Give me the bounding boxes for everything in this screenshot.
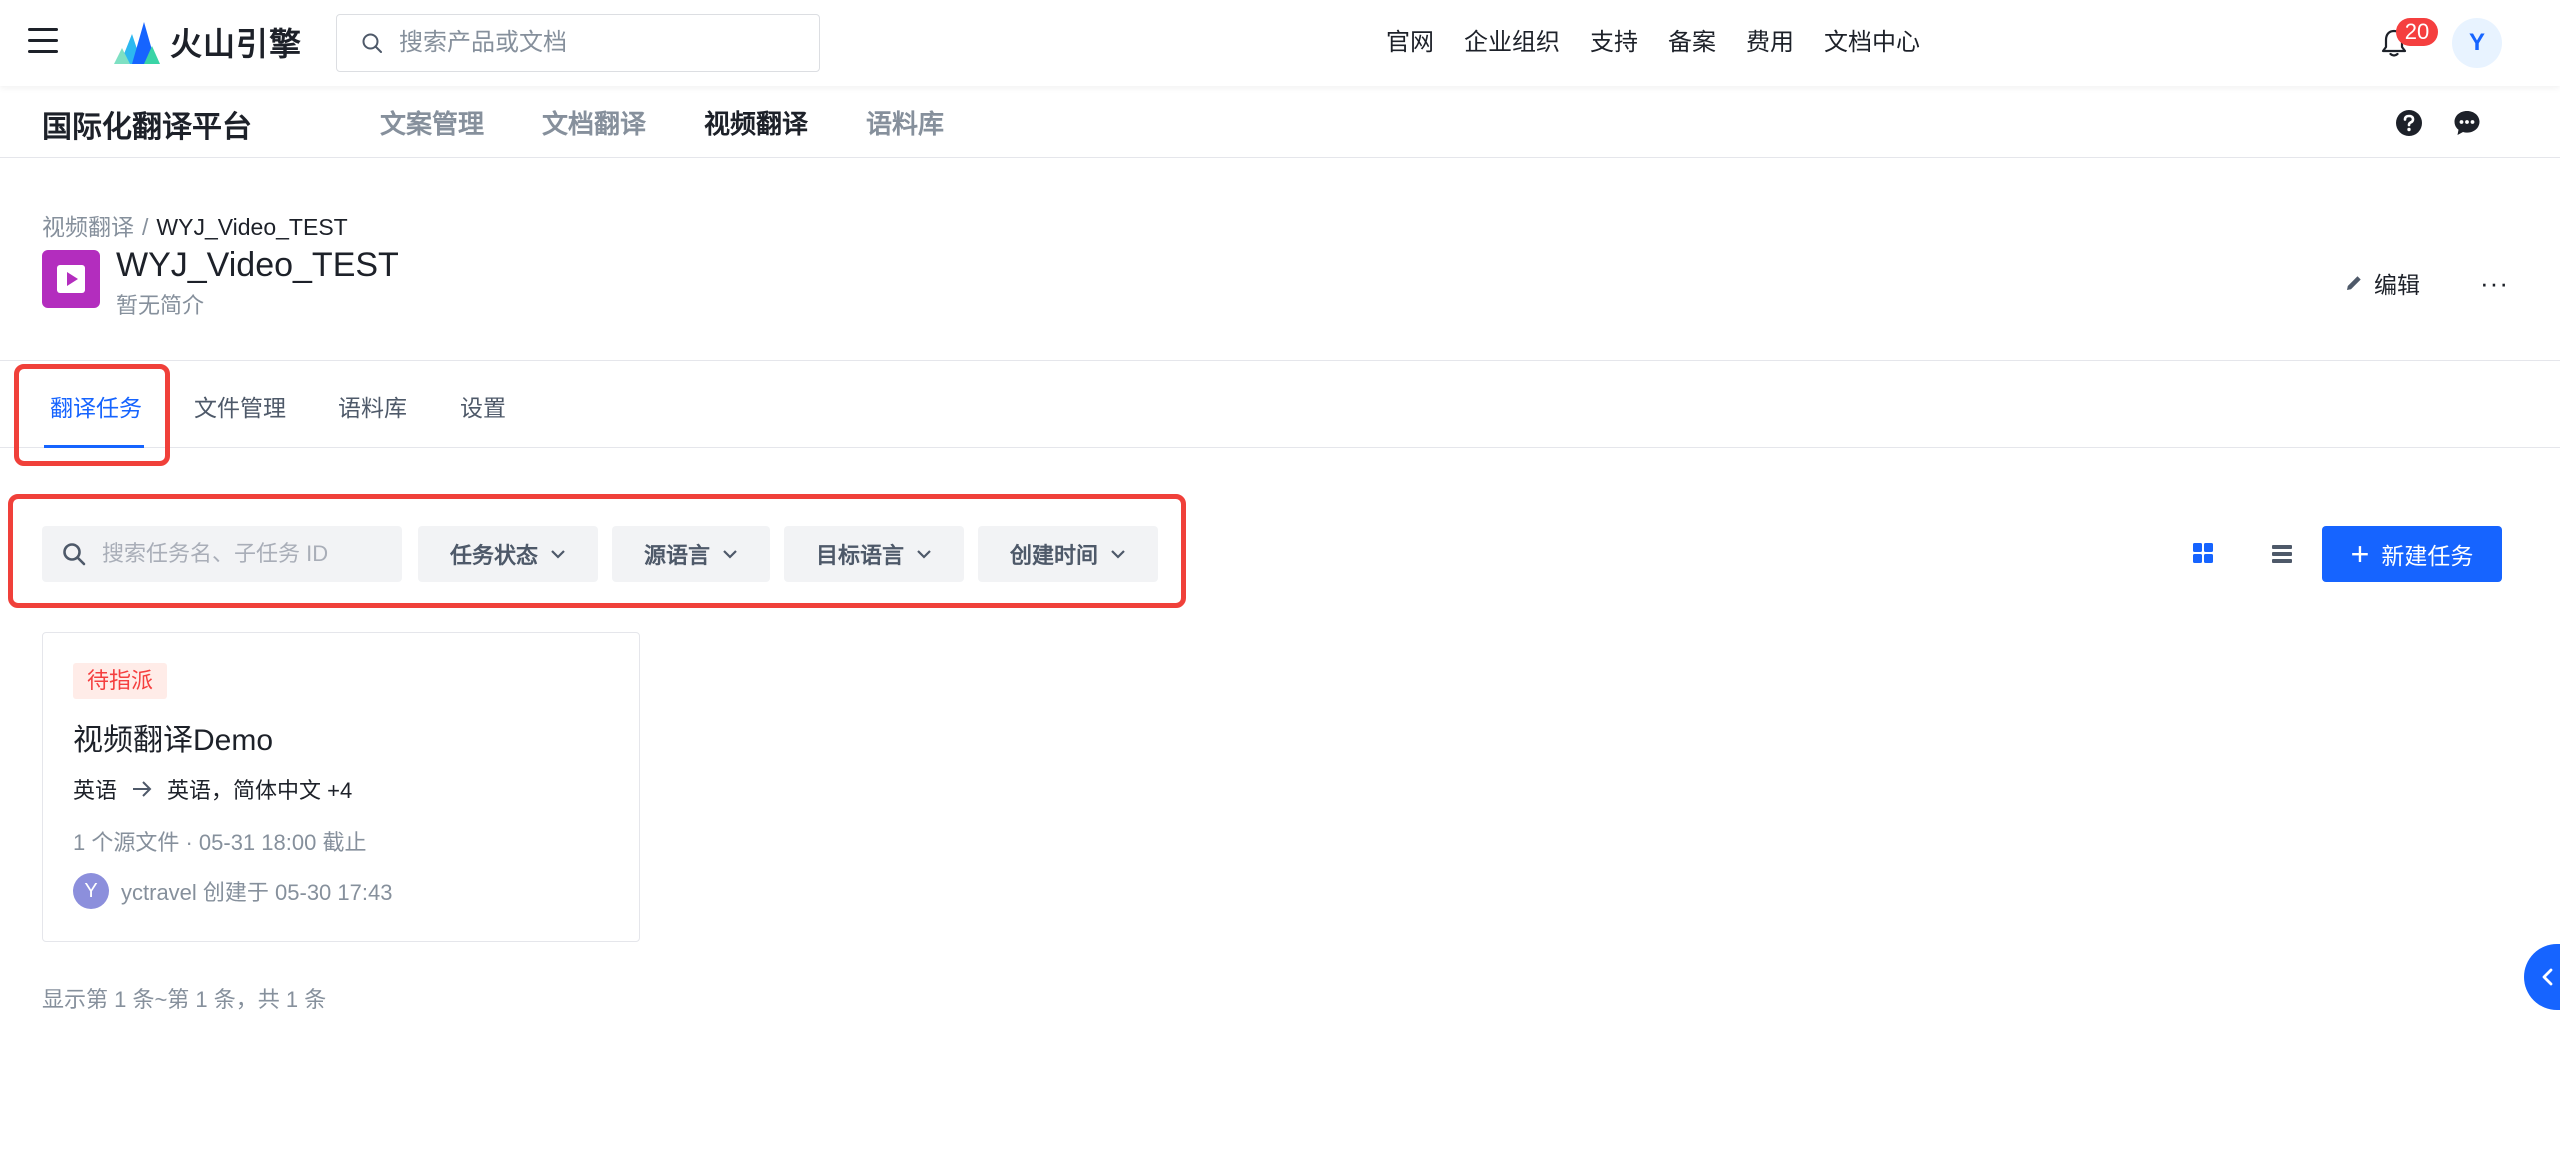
target-languages: 英语，简体中文 +4 xyxy=(167,778,353,803)
status-badge: 待指派 xyxy=(73,663,168,699)
task-meta: 1 个源文件 · 05-31 18:00 截止 xyxy=(73,830,367,855)
top-links: 官网 企业组织 支持 备案 费用 文档中心 xyxy=(1356,26,1920,60)
grid-view-icon[interactable] xyxy=(2190,540,2216,566)
chevron-down-icon xyxy=(551,550,565,559)
video-play-icon xyxy=(57,265,85,293)
more-actions-button[interactable]: ··· xyxy=(2480,268,2509,299)
help-icon[interactable] xyxy=(2394,108,2424,138)
pagination-summary: 显示第 1 条~第 1 条，共 1 条 xyxy=(42,987,327,1012)
task-search[interactable] xyxy=(42,526,402,582)
breadcrumb-current: WYJ_Video_TEST xyxy=(156,214,348,240)
link-docs-center[interactable]: 文档中心 xyxy=(1824,26,1920,60)
nav-tab-video-translation[interactable]: 视频翻译 xyxy=(704,106,808,142)
filter-task-status[interactable]: 任务状态 xyxy=(418,526,598,582)
nav-tab-corpus[interactable]: 语料库 xyxy=(866,106,944,142)
chevron-left-icon xyxy=(2542,968,2553,986)
chevron-down-icon xyxy=(917,550,931,559)
volcano-logo-icon xyxy=(114,22,160,64)
task-name[interactable]: 视频翻译Demo xyxy=(73,715,273,759)
edit-project-button[interactable]: 编辑 xyxy=(2344,266,2420,300)
project-icon xyxy=(42,250,100,308)
filter-task-status-label: 任务状态 xyxy=(449,543,538,568)
creator-avatar: Y xyxy=(73,873,109,909)
logo-text: 火山引擎 xyxy=(170,26,303,62)
chevron-down-icon xyxy=(1111,550,1125,559)
breadcrumb: 视频翻译 / WYJ_Video_TEST xyxy=(42,208,348,242)
side-panel-toggle[interactable] xyxy=(2524,944,2560,1010)
link-filing[interactable]: 备案 xyxy=(1668,26,1716,60)
active-tab-indicator xyxy=(44,445,144,448)
tab-file-management[interactable]: 文件管理 xyxy=(194,389,286,423)
tab-settings[interactable]: 设置 xyxy=(460,389,506,423)
filter-source-language[interactable]: 源语言 xyxy=(612,526,770,582)
nav-tab-document-translation[interactable]: 文档翻译 xyxy=(542,106,646,142)
new-task-button[interactable]: + 新建任务 xyxy=(2322,526,2502,582)
project-tabs: 翻译任务 文件管理 语料库 设置 xyxy=(0,360,2560,448)
new-task-label: 新建任务 xyxy=(2381,543,2474,569)
tab-translation-tasks[interactable]: 翻译任务 xyxy=(50,389,142,423)
filter-created-time-label: 创建时间 xyxy=(1009,543,1098,568)
link-enterprise-org[interactable]: 企业组织 xyxy=(1464,26,1560,60)
task-languages: 英语 英语，简体中文 +4 xyxy=(73,773,352,805)
product-nav: 国际化翻译平台 文案管理 文档翻译 视频翻译 语料库 xyxy=(0,86,2560,158)
logo[interactable]: 火山引擎 xyxy=(114,20,302,64)
breadcrumb-video-translation[interactable]: 视频翻译 xyxy=(42,214,134,240)
filter-target-language-label: 目标语言 xyxy=(815,543,904,568)
user-avatar[interactable]: Y xyxy=(2452,18,2502,68)
creator-text: yctravel 创建于 05-30 17:43 xyxy=(121,880,393,905)
plus-icon: + xyxy=(2350,536,2370,572)
top-header: 火山引擎 官网 企业组织 支持 备案 费用 文档中心 20 Y xyxy=(0,0,2560,86)
link-support[interactable]: 支持 xyxy=(1590,26,1638,60)
link-billing[interactable]: 费用 xyxy=(1746,26,1794,60)
task-creator: Y yctravel 创建于 05-30 17:43 xyxy=(73,873,392,909)
filter-source-language-label: 源语言 xyxy=(643,543,710,568)
edit-label: 编辑 xyxy=(2374,272,2420,298)
filter-target-language[interactable]: 目标语言 xyxy=(784,526,964,582)
product-tabs: 文案管理 文档翻译 视频翻译 语料库 xyxy=(380,106,1002,142)
breadcrumb-separator: / xyxy=(142,214,149,240)
project-description: 暂无简介 xyxy=(116,293,205,318)
global-search-input[interactable] xyxy=(397,28,797,58)
nav-tab-copy-management[interactable]: 文案管理 xyxy=(380,106,484,142)
notification-badge: 20 xyxy=(2396,18,2438,46)
search-icon xyxy=(362,33,382,53)
search-icon xyxy=(63,543,86,566)
task-search-input[interactable] xyxy=(100,540,390,568)
pencil-icon xyxy=(2347,276,2361,290)
global-search[interactable] xyxy=(336,14,820,72)
platform-title[interactable]: 国际化翻译平台 xyxy=(42,102,252,146)
menu-icon[interactable] xyxy=(26,26,60,56)
tab-corpus[interactable]: 语料库 xyxy=(338,389,407,423)
source-language: 英语 xyxy=(73,778,118,803)
feedback-chat-icon[interactable] xyxy=(2452,108,2482,138)
arrow-right-icon xyxy=(133,781,152,797)
project-name: WYJ_Video_TEST xyxy=(116,246,399,284)
task-card[interactable]: 待指派 视频翻译Demo 英语 英语，简体中文 +4 1 个源文件 · 05-3… xyxy=(42,632,640,942)
list-view-icon[interactable] xyxy=(2270,542,2294,566)
link-official-site[interactable]: 官网 xyxy=(1386,26,1434,60)
chevron-down-icon xyxy=(723,550,737,559)
filter-created-time[interactable]: 创建时间 xyxy=(978,526,1158,582)
